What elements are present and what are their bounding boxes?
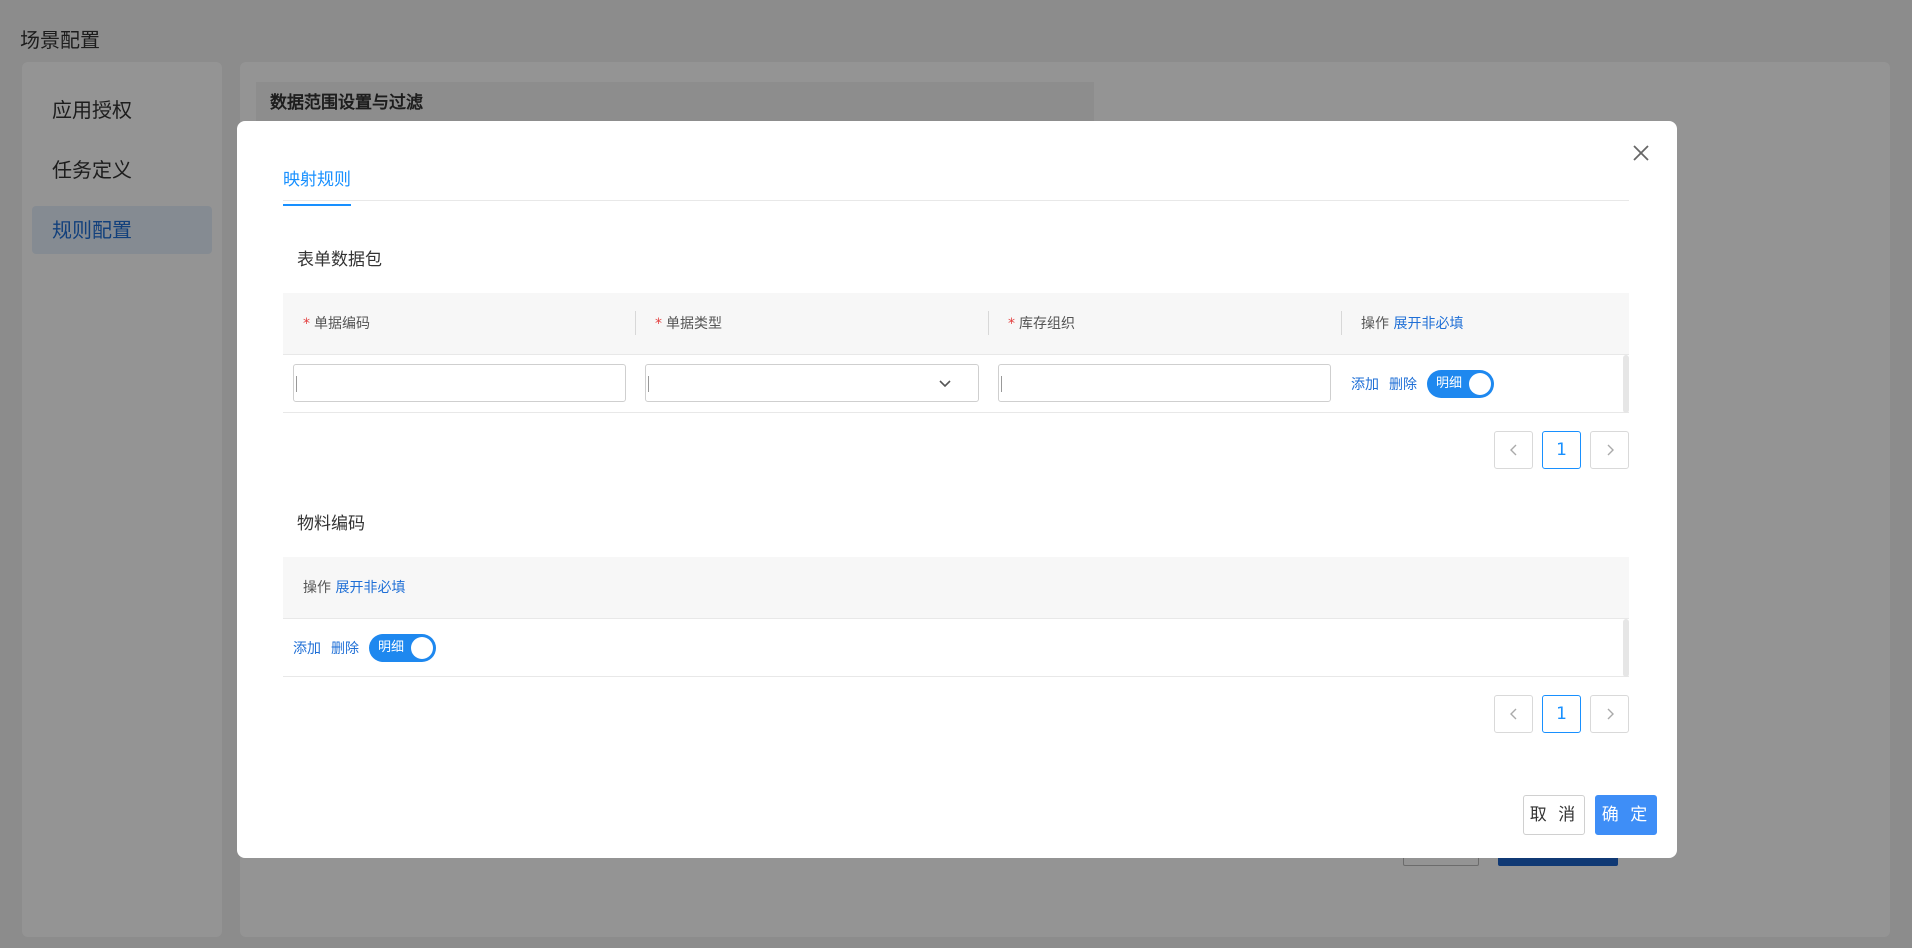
tab-bar: 映射规则 [283, 147, 1629, 206]
required-mark: * [303, 316, 310, 332]
detail-toggle[interactable]: 明细 [369, 634, 436, 662]
add-button[interactable]: 添加 [1351, 374, 1379, 394]
expand-optional-link[interactable]: 展开非必填 [335, 580, 405, 596]
chevron-right-icon [1607, 444, 1614, 456]
material-code-table-header: 操作 展开非必填 [283, 557, 1629, 619]
next-page-button[interactable] [1590, 695, 1629, 733]
detail-toggle[interactable]: 明细 [1427, 370, 1494, 398]
add-button[interactable]: 添加 [293, 638, 321, 658]
column-header-doc-code: * 单据编码 [303, 316, 370, 332]
required-mark: * [1008, 316, 1015, 332]
cancel-button[interactable]: 取 消 [1523, 795, 1585, 835]
scrollbar[interactable] [1623, 619, 1629, 677]
required-mark: * [655, 316, 662, 332]
delete-button[interactable]: 删除 [331, 638, 359, 658]
column-header-ops: 操作 展开非必填 [1361, 316, 1464, 332]
text-cursor [296, 376, 297, 392]
column-header-ops: 操作 展开非必填 [303, 580, 406, 596]
pagination: 1 [1494, 695, 1629, 733]
confirm-button[interactable]: 确 定 [1595, 795, 1657, 835]
toggle-knob [1469, 373, 1491, 395]
prev-page-button[interactable] [1494, 431, 1533, 469]
row-actions: 添加 删除 明细 [293, 619, 436, 677]
inventory-org-input[interactable] [998, 364, 1331, 402]
scrollbar[interactable] [1623, 355, 1629, 413]
doc-code-input[interactable] [293, 364, 626, 402]
pagination: 1 [1494, 431, 1629, 469]
form-package-table-header: * 单据编码 * 单据类型 * 库存组织 操作 展开非必填 [283, 293, 1629, 355]
prev-page-button[interactable] [1494, 695, 1533, 733]
mapping-rule-modal: 映射规则 表单数据包 *单据编码 *单据类型 *库存组织 操作 展开非必填 [237, 121, 1677, 858]
material-code-title: 物料编码 [297, 514, 365, 534]
tab-mapping-rule[interactable]: 映射规则 [283, 165, 351, 206]
table-row: 添加 删除 明细 [283, 619, 1629, 677]
form-package-title: 表单数据包 [297, 250, 382, 270]
text-cursor [1001, 376, 1002, 392]
delete-button[interactable]: 删除 [1389, 374, 1417, 394]
chevron-left-icon [1509, 444, 1516, 456]
text-cursor [648, 376, 649, 392]
doc-type-select[interactable] [645, 364, 979, 402]
chevron-left-icon [1509, 708, 1516, 720]
table-row: 添加 删除 明细 [283, 355, 1629, 413]
column-header-inventory-org: * 库存组织 [1008, 316, 1075, 332]
column-header-doc-type: * 单据类型 [655, 316, 722, 332]
close-icon[interactable] [1627, 139, 1655, 167]
row-actions: 添加 删除 明细 [1351, 355, 1494, 413]
page-number[interactable]: 1 [1542, 695, 1581, 733]
next-page-button[interactable] [1590, 431, 1629, 469]
chevron-down-icon [939, 380, 951, 388]
expand-optional-link[interactable]: 展开非必填 [1393, 316, 1463, 332]
toggle-knob [411, 637, 433, 659]
page-number[interactable]: 1 [1542, 431, 1581, 469]
chevron-right-icon [1607, 708, 1614, 720]
